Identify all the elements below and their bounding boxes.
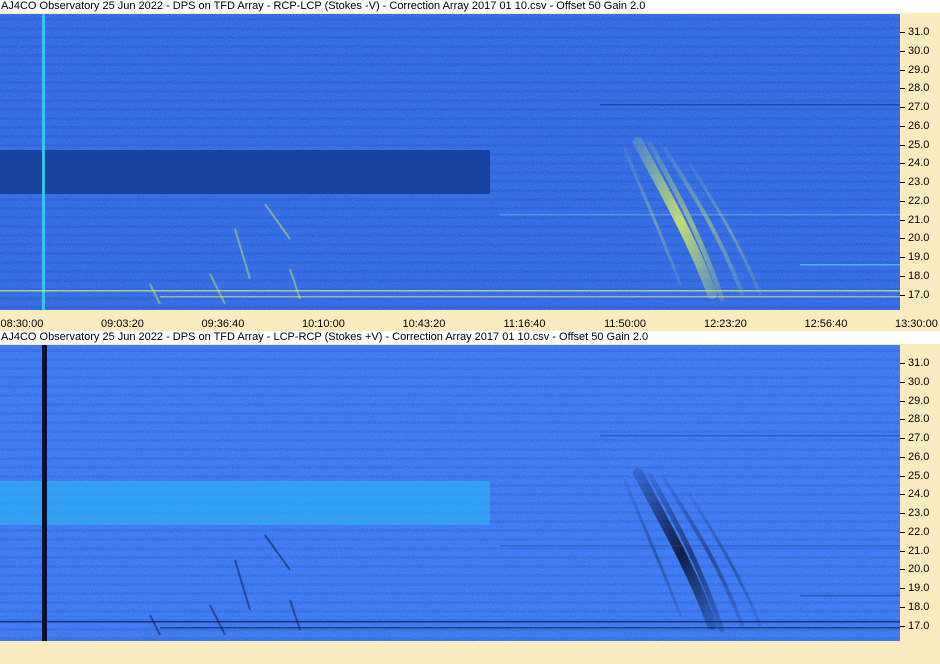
interference-line (0, 621, 900, 623)
time-label: 11:16:40 (503, 318, 546, 330)
frequency-label: 24.0 (908, 488, 930, 501)
frequency-label: 25.0 (908, 138, 930, 151)
spectrogram-image-bottom (0, 345, 900, 641)
interference-line (160, 627, 900, 629)
frequency-tick (900, 200, 905, 202)
frequency-label: 25.0 (908, 469, 930, 482)
frequency-tick (900, 438, 905, 439)
frequency-label: 20.0 (908, 232, 930, 245)
frequency-label: 31.0 (908, 357, 930, 369)
frequency-label: 22.0 (908, 194, 930, 207)
frequency-tick (900, 238, 905, 240)
frequency-tick (900, 107, 905, 108)
frequency-tick (900, 363, 905, 364)
frequency-label: 22.0 (908, 525, 930, 538)
interference-band (0, 481, 490, 525)
frequency-label: 27.0 (908, 432, 930, 444)
frequency-tick (900, 419, 905, 421)
vertical-marker-line (42, 345, 47, 641)
frequency-tick (900, 550, 905, 552)
frequency-tick (900, 88, 905, 90)
frequency-tick (900, 456, 905, 458)
frequency-label: 27.0 (908, 101, 930, 113)
frequency-tick (900, 125, 905, 127)
frequency-label: 23.0 (908, 507, 930, 519)
frequency-tick (900, 494, 905, 496)
frequency-tick (900, 69, 905, 71)
time-label: 12:56:40 (804, 318, 848, 330)
frequency-label: 20.0 (908, 563, 930, 576)
interference-line (600, 104, 900, 106)
frequency-tick (900, 606, 905, 608)
frequency-axis-bottom: 31.0 30.0 29.0 28.0 27.0 26.0 25.0 24.0 23.0 22.0… (900, 345, 940, 641)
time-label: 10:43:20 (402, 318, 446, 330)
frequency-tick (900, 275, 905, 277)
frequency-tick (900, 182, 905, 183)
frequency-tick (900, 219, 905, 221)
frequency-tick (900, 475, 905, 477)
frequency-label: 28.0 (908, 82, 930, 95)
frequency-label: 30.0 (908, 375, 930, 388)
panel-title-top: AJ4CO Observatory 25 Jun 2022 - DPS on T… (0, 0, 940, 13)
time-label: 09:03:20 (101, 318, 144, 330)
frequency-label: 29.0 (908, 63, 930, 76)
interference-line (800, 595, 900, 597)
vertical-marker-line (42, 14, 45, 310)
time-label: 08:30:00 (0, 318, 44, 330)
frequency-label: 26.0 (908, 450, 930, 463)
interference-line (600, 435, 900, 437)
frequency-label: 23.0 (908, 176, 930, 188)
frequency-tick (900, 381, 905, 383)
spectrogram-image-top (0, 14, 900, 310)
frequency-label: 31.0 (908, 26, 930, 38)
time-label: 11:50:00 (604, 318, 647, 330)
time-label: 09:36:40 (201, 318, 245, 330)
frequency-label: 19.0 (908, 251, 930, 263)
frequency-axis-top: 31.0 30.0 29.0 28.0 27.0 26.0 25.0 24.0 23.0 22.0… (900, 14, 940, 310)
frequency-tick (900, 50, 905, 52)
frequency-tick (900, 144, 905, 146)
interference-line (0, 290, 900, 292)
interference-band (0, 150, 490, 194)
footer-strip (0, 642, 940, 664)
time-label: 12:23:20 (704, 318, 747, 330)
spectrogram-panel-bottom: AJ4CO Observatory 25 Jun 2022 - DPS on T… (0, 331, 940, 642)
interference-line (500, 214, 900, 216)
frequency-tick (900, 625, 905, 627)
spectrogram-panel-top: AJ4CO Observatory 25 Jun 2022 - DPS on T… (0, 0, 940, 332)
frequency-tick (900, 294, 905, 296)
frequency-tick (900, 531, 905, 533)
frequency-label: 17.0 (908, 619, 930, 632)
panel-title-bottom: AJ4CO Observatory 25 Jun 2022 - DPS on T… (0, 331, 940, 344)
frequency-label: 26.0 (908, 119, 930, 132)
frequency-label: 24.0 (908, 157, 930, 170)
interference-line (500, 545, 900, 547)
frequency-label: 21.0 (908, 544, 930, 557)
frequency-tick (900, 569, 905, 571)
time-label: 10:10:00 (302, 318, 345, 330)
frequency-tick (900, 257, 905, 258)
frequency-label: 19.0 (908, 582, 930, 594)
frequency-label: 18.0 (908, 269, 930, 282)
frequency-tick (900, 163, 905, 165)
frequency-label: 28.0 (908, 413, 930, 426)
time-axis-top: 08:30:00 09:03:20 09:36:40 10:10:00 10:43:20… (0, 316, 940, 330)
frequency-label: 30.0 (908, 44, 930, 57)
frequency-label: 18.0 (908, 600, 930, 613)
frequency-label: 29.0 (908, 394, 930, 407)
frequency-tick (900, 32, 905, 33)
frequency-tick (900, 513, 905, 514)
frequency-label: 21.0 (908, 213, 930, 226)
frequency-tick (900, 400, 905, 402)
time-label: 13:30:00 (895, 318, 938, 330)
frequency-label: 17.0 (908, 288, 930, 301)
frequency-tick (900, 588, 905, 589)
interference-line (160, 296, 900, 298)
interference-line (800, 264, 900, 266)
